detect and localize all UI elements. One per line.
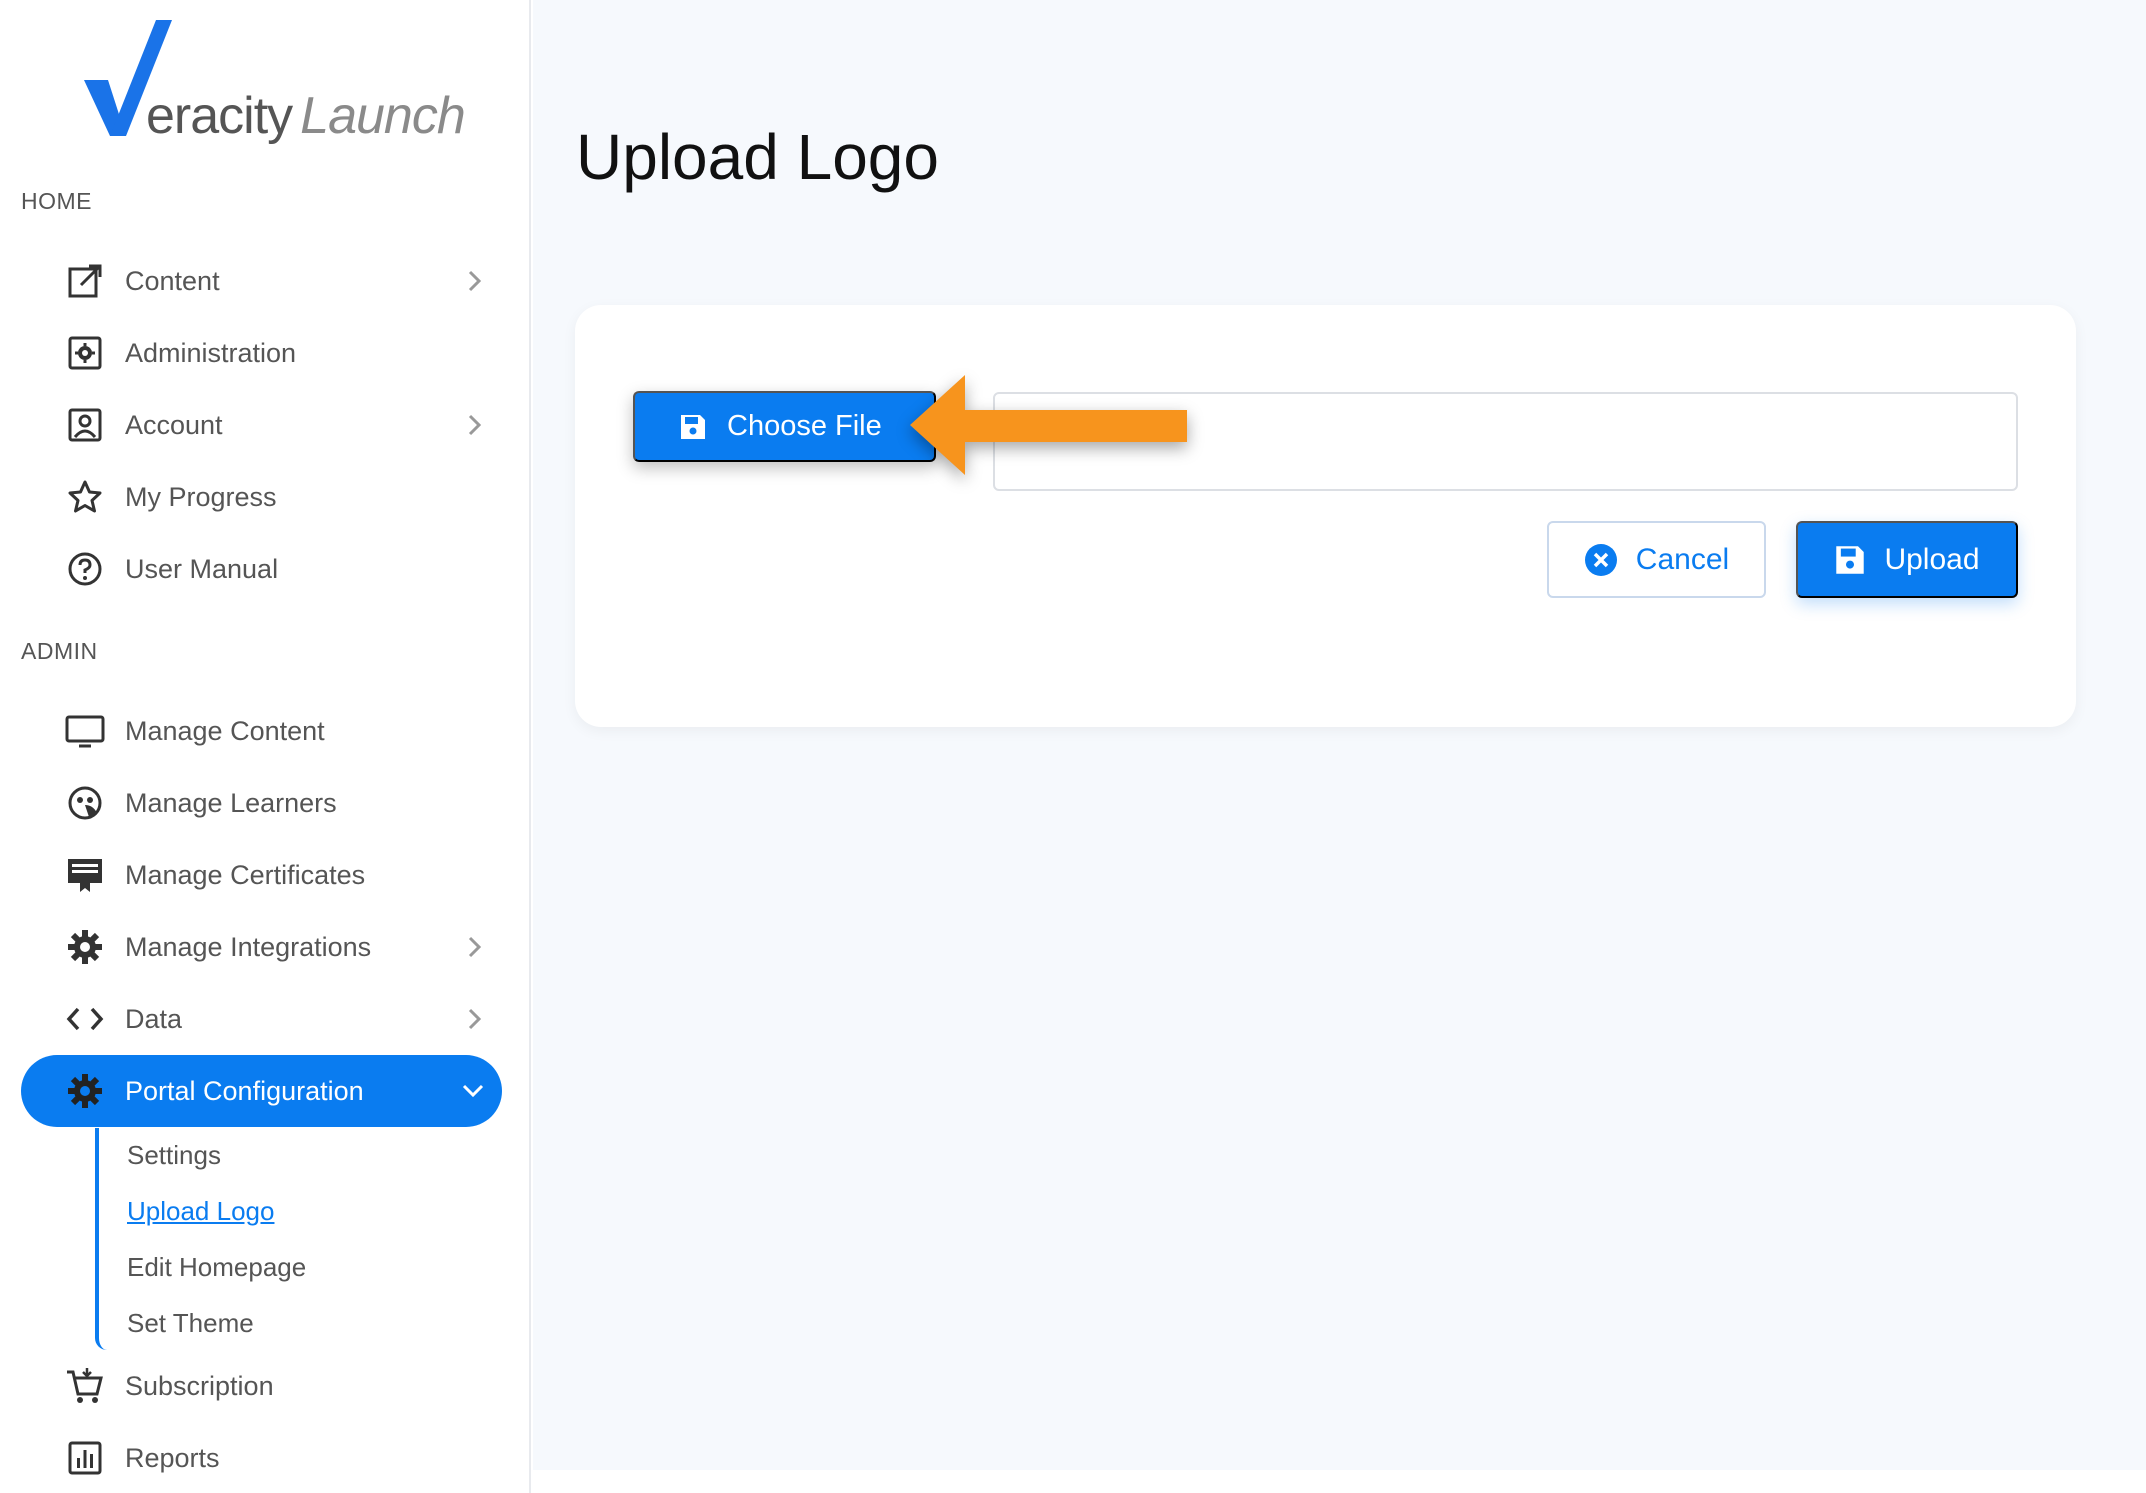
floppy-disk-icon [1836, 545, 1865, 574]
sidebar-item-label: Subscription [125, 1370, 274, 1401]
choose-file-label: Choose File [727, 410, 882, 442]
users-circle-icon [60, 783, 110, 823]
sidebar-item-label: User Manual [125, 553, 279, 584]
close-circle-icon [1584, 543, 1617, 576]
section-label-admin: ADMIN [21, 638, 98, 664]
sidebar-item-label: Portal Configuration [125, 1075, 364, 1106]
upload-label: Upload [1884, 542, 1980, 576]
star-icon [60, 477, 110, 517]
submenu-item-settings[interactable]: Settings [127, 1140, 221, 1171]
sidebar-item-label: Manage Learners [125, 787, 337, 818]
external-edit-icon [60, 261, 110, 301]
cancel-button[interactable]: Cancel [1547, 521, 1766, 598]
sidebar-item-label: Manage Content [125, 715, 325, 746]
sidebar-item-label: Account [125, 409, 223, 440]
code-icon [60, 999, 110, 1039]
sidebar-item-subscription[interactable]: Subscription [60, 1357, 490, 1415]
chevron-right-icon [460, 410, 490, 440]
logo-brand-text: eracity [146, 87, 293, 145]
chevron-right-icon [460, 1004, 490, 1034]
sidebar-item-label: Content [125, 265, 220, 296]
main-content-area [533, 0, 2146, 1470]
cancel-label: Cancel [1635, 542, 1730, 576]
cog-icon [60, 1071, 110, 1111]
user-square-icon [60, 405, 110, 445]
cog-icon [60, 927, 110, 967]
page-title: Upload Logo [576, 121, 939, 193]
upload-card [575, 305, 2076, 727]
sidebar-item-manage-content[interactable]: Manage Content [60, 702, 490, 760]
submenu-item-set-theme[interactable]: Set Theme [127, 1308, 254, 1339]
section-label-home: HOME [21, 188, 92, 214]
question-circle-icon [60, 549, 110, 589]
sidebar-item-label: Administration [125, 337, 297, 368]
choose-file-button[interactable]: Choose File [633, 391, 936, 462]
monitor-icon [60, 711, 110, 751]
chevron-down-icon [458, 1076, 488, 1106]
sidebar: eracity Launch HOME Content Administratio… [0, 0, 531, 1493]
sidebar-item-account[interactable]: Account [60, 396, 490, 454]
sidebar-item-data[interactable]: Data [60, 990, 490, 1048]
cart-icon [60, 1366, 110, 1406]
submenu-item-upload-logo[interactable]: Upload Logo [127, 1196, 274, 1227]
annotation-arrow-icon [910, 375, 1187, 475]
chevron-right-icon [460, 932, 490, 962]
chevron-right-icon [460, 266, 490, 296]
sidebar-item-administration[interactable]: Administration [60, 324, 490, 382]
certificate-icon [60, 855, 110, 895]
floppy-disk-icon [681, 414, 705, 439]
upload-button[interactable]: Upload [1796, 521, 2018, 598]
sidebar-item-manage-integrations[interactable]: Manage Integrations [60, 918, 490, 976]
sidebar-item-label: Data [125, 1003, 183, 1034]
sidebar-item-content[interactable]: Content [60, 252, 490, 310]
submenu-guide-line [95, 1128, 107, 1350]
sidebar-item-label: Reports [125, 1442, 220, 1473]
bar-chart-icon [60, 1438, 110, 1478]
logo-suffix-text: Launch [300, 87, 466, 145]
submenu-item-edit-homepage[interactable]: Edit Homepage [127, 1252, 306, 1283]
veracity-launch-logo[interactable]: eracity Launch [84, 18, 466, 148]
gear-square-icon [60, 333, 110, 373]
sidebar-item-label: Manage Certificates [125, 859, 366, 890]
sidebar-item-manage-learners[interactable]: Manage Learners [60, 774, 490, 832]
sidebar-item-portal-configuration[interactable]: Portal Configuration [21, 1055, 502, 1127]
sidebar-item-manage-certificates[interactable]: Manage Certificates [60, 846, 490, 904]
sidebar-item-label: My Progress [125, 481, 277, 512]
sidebar-item-my-progress[interactable]: My Progress [60, 468, 490, 526]
sidebar-item-reports[interactable]: Reports [60, 1429, 490, 1487]
sidebar-item-user-manual[interactable]: User Manual [60, 540, 490, 598]
sidebar-item-label: Manage Integrations [125, 931, 372, 962]
logo-wordmark: eracity Launch [146, 86, 466, 146]
